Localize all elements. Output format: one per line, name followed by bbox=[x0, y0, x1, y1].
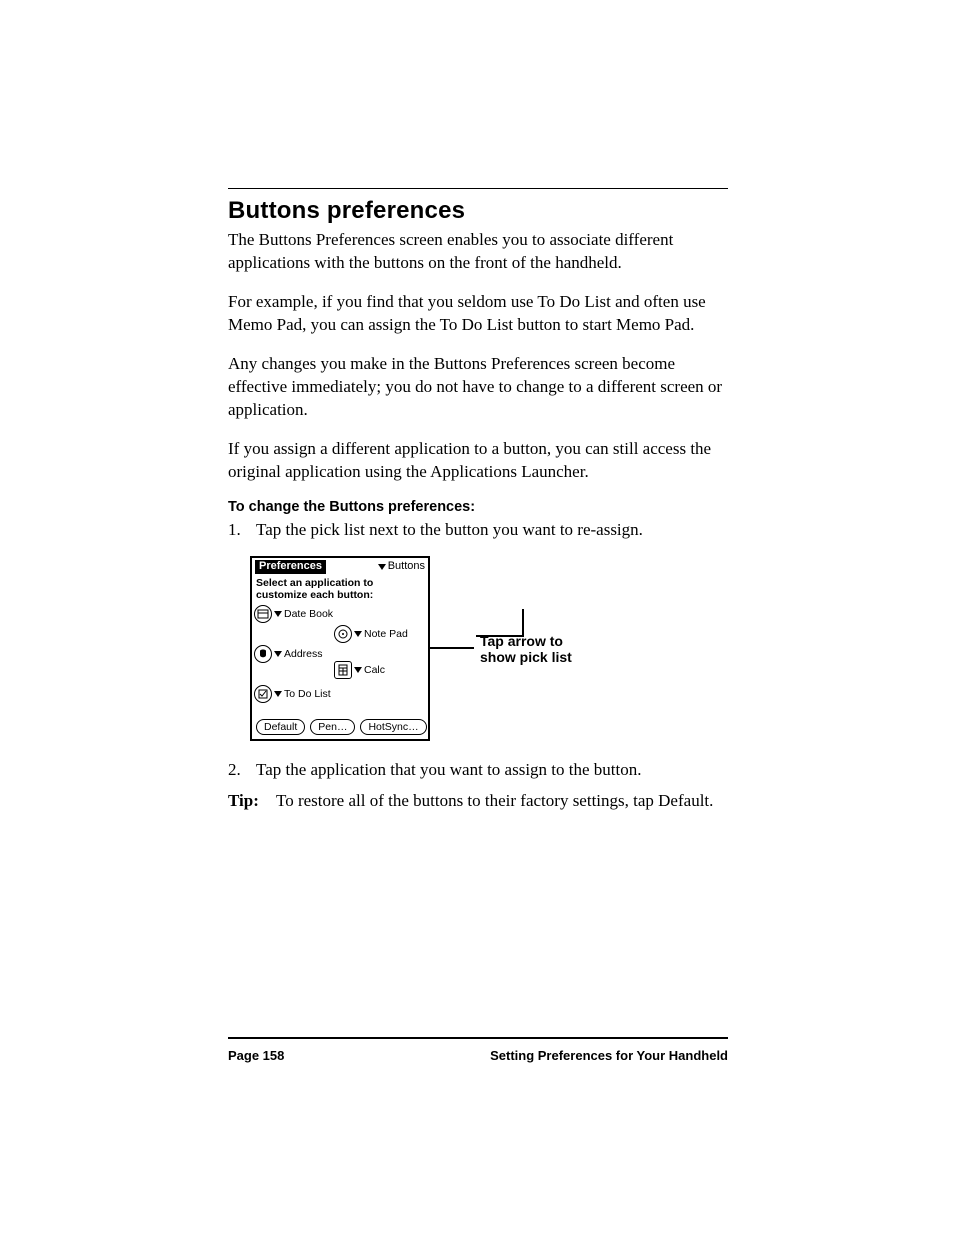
calc-icon bbox=[334, 661, 352, 679]
step-2: 2. Tap the application that you want to … bbox=[228, 759, 728, 782]
footer-page-number: Page 158 bbox=[228, 1048, 284, 1063]
step-2-number: 2. bbox=[228, 759, 246, 782]
notepad-icon bbox=[334, 625, 352, 643]
screenshot-body: Date Book Note Pad bbox=[252, 605, 428, 715]
datebook-icon bbox=[254, 605, 272, 623]
footer-chapter-title: Setting Preferences for Your Handheld bbox=[490, 1048, 728, 1063]
assign-todo[interactable]: To Do List bbox=[254, 685, 331, 703]
assign-datebook[interactable]: Date Book bbox=[254, 605, 333, 623]
chevron-down-icon bbox=[378, 564, 386, 570]
assign-address-label: Address bbox=[284, 649, 323, 660]
footer-rule bbox=[228, 1037, 728, 1039]
assign-address[interactable]: Address bbox=[254, 645, 323, 663]
address-icon bbox=[254, 645, 272, 663]
assign-calc[interactable]: Calc bbox=[334, 661, 385, 679]
screenshot-title: Preferences bbox=[255, 560, 326, 574]
assign-notepad[interactable]: Note Pad bbox=[334, 625, 408, 643]
chevron-down-icon bbox=[274, 651, 282, 657]
assign-todo-label: To Do List bbox=[284, 689, 331, 700]
tip-label: Tip: bbox=[228, 790, 266, 813]
intro-para-3: Any changes you make in the Buttons Pref… bbox=[228, 353, 728, 422]
assign-calc-label: Calc bbox=[364, 665, 385, 676]
pen-button[interactable]: Pen… bbox=[310, 719, 355, 735]
callout-text: Tap arrow to show pick list bbox=[480, 633, 572, 665]
step-1-text: Tap the pick list next to the button you… bbox=[256, 519, 728, 542]
default-button[interactable]: Default bbox=[256, 719, 305, 735]
page-footer: Page 158 Setting Preferences for Your Ha… bbox=[228, 1048, 728, 1063]
callout-connector bbox=[428, 647, 474, 651]
procedure-heading: To change the Buttons preferences: bbox=[228, 499, 728, 515]
step-2-text: Tap the application that you want to ass… bbox=[256, 759, 728, 782]
tip-row: Tip: To restore all of the buttons to th… bbox=[228, 790, 728, 813]
top-rule bbox=[228, 188, 728, 189]
screenshot-prompt: Select an application to customize each … bbox=[252, 576, 428, 605]
chevron-down-icon bbox=[354, 631, 362, 637]
section-heading: Buttons preferences bbox=[228, 197, 728, 225]
category-picklist[interactable]: Buttons bbox=[378, 561, 425, 573]
hotsync-button[interactable]: HotSync… bbox=[360, 719, 426, 735]
intro-para-2: For example, if you find that you seldom… bbox=[228, 291, 728, 337]
assign-notepad-label: Note Pad bbox=[364, 629, 408, 640]
category-label: Buttons bbox=[388, 561, 425, 573]
step-1-number: 1. bbox=[228, 519, 246, 542]
step-1: 1. Tap the pick list next to the button … bbox=[228, 519, 728, 542]
intro-para-4: If you assign a different application to… bbox=[228, 438, 728, 484]
screenshot-header: Preferences Buttons bbox=[252, 558, 428, 576]
chevron-down-icon bbox=[274, 691, 282, 697]
figure-buttons-prefs: Preferences Buttons Select an applicatio… bbox=[250, 556, 728, 741]
assign-datebook-label: Date Book bbox=[284, 609, 333, 620]
tip-text: To restore all of the buttons to their f… bbox=[276, 790, 728, 813]
screenshot-button-row: Default Pen… HotSync… bbox=[252, 715, 428, 739]
intro-para-1: The Buttons Preferences screen enables y… bbox=[228, 229, 728, 275]
palm-screenshot: Preferences Buttons Select an applicatio… bbox=[250, 556, 430, 741]
callout-line-2: show pick list bbox=[480, 649, 572, 665]
todo-icon bbox=[254, 685, 272, 703]
callout-connector-hook bbox=[476, 609, 524, 637]
chevron-down-icon bbox=[354, 667, 362, 673]
chevron-down-icon bbox=[274, 611, 282, 617]
